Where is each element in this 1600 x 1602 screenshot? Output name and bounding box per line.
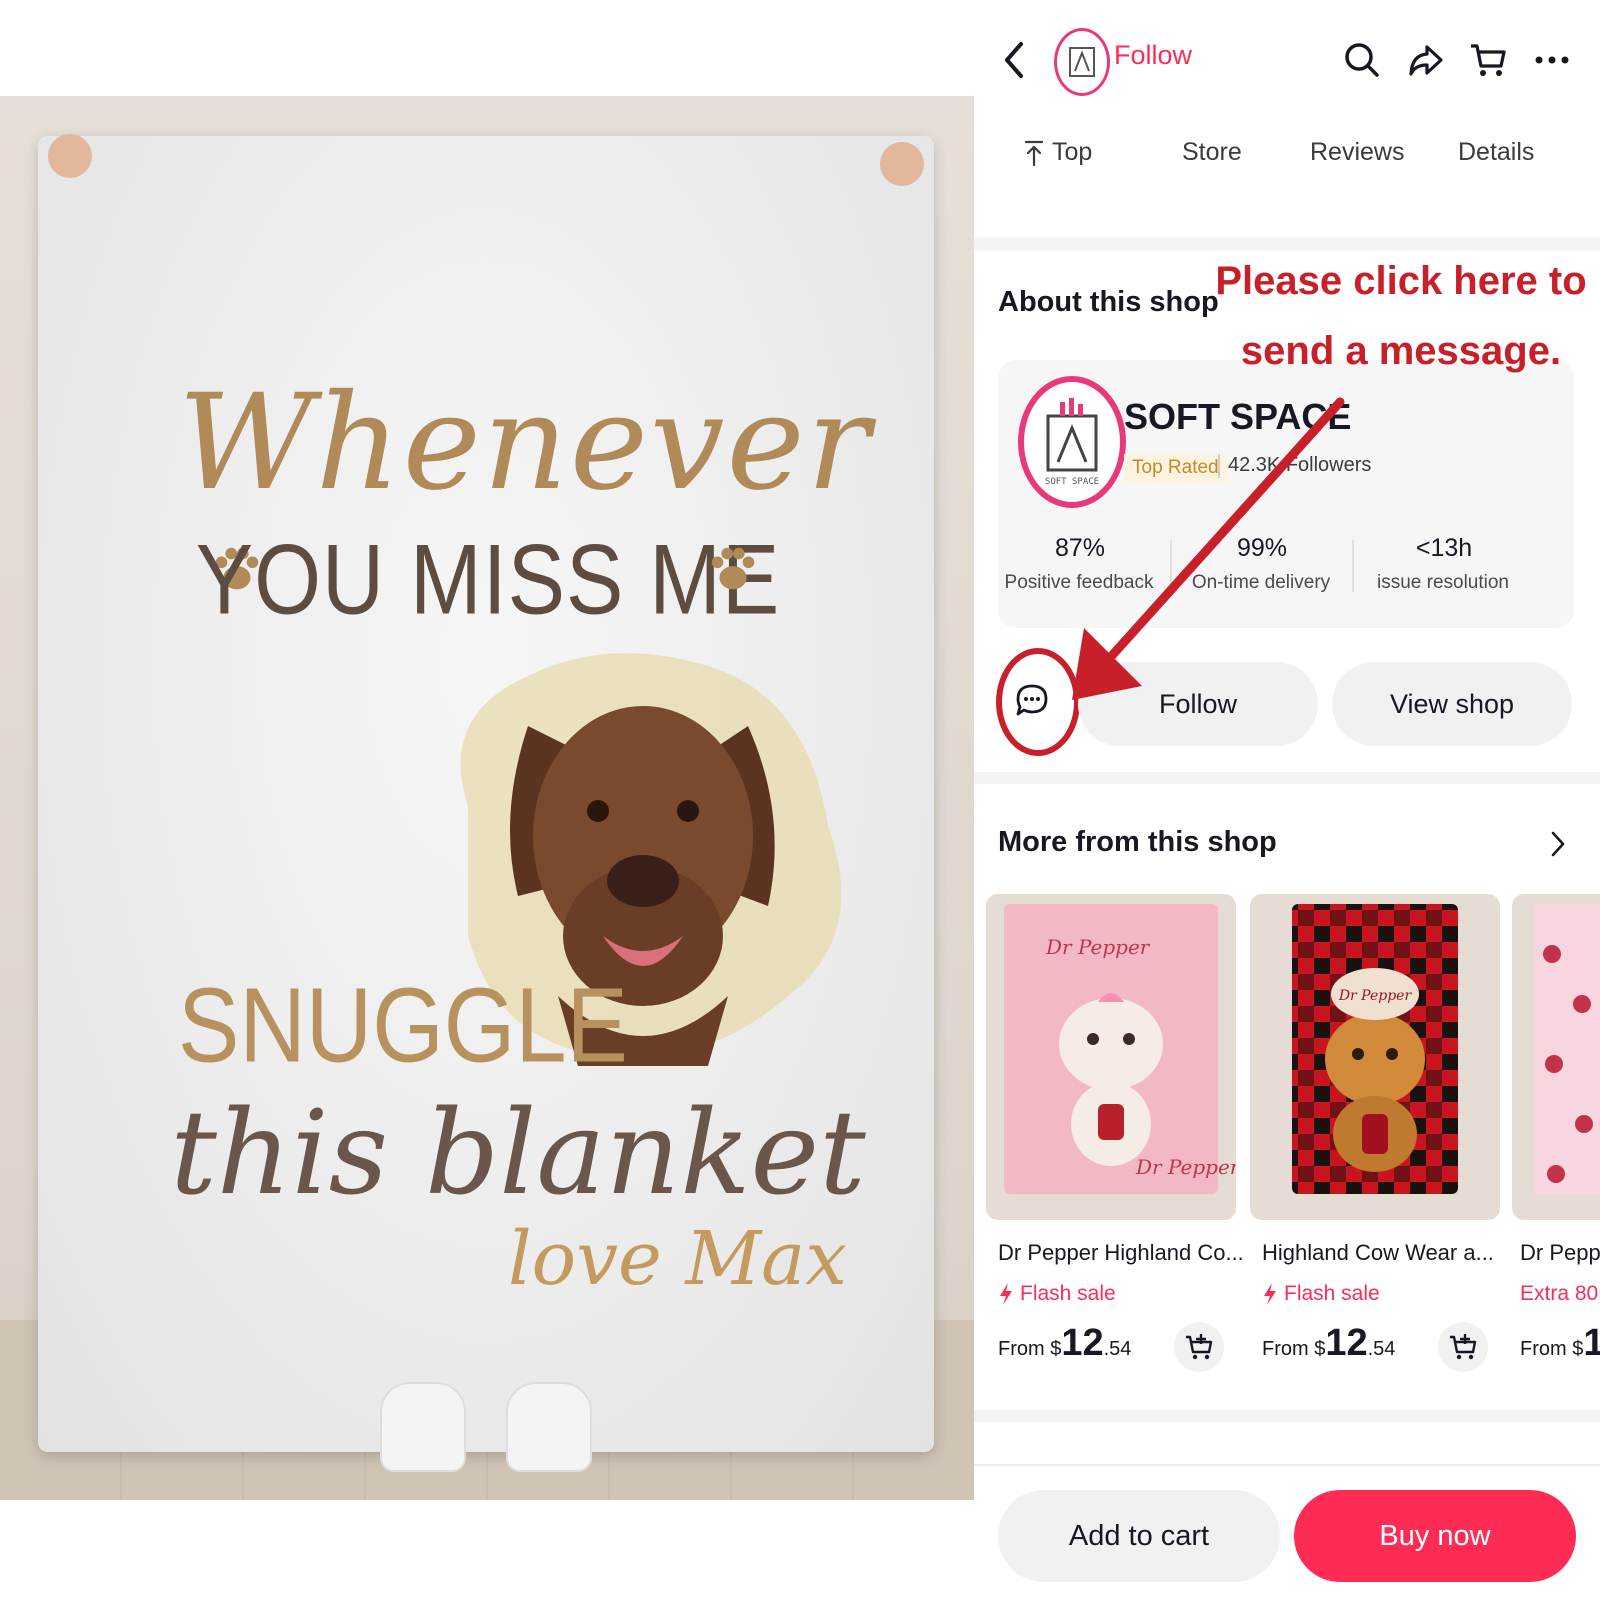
shop-name[interactable]: SOFT SPACE (1124, 396, 1351, 438)
shop-panel: Follow Top Store Reviews Details About t… (974, 0, 1600, 1602)
shop-logo-text: SOFT SPACE (1045, 477, 1099, 487)
add-to-cart-button[interactable]: Add to cart (998, 1490, 1280, 1582)
follow-link[interactable]: Follow (1114, 40, 1192, 71)
follow-button[interactable]: Follow (1078, 662, 1318, 746)
product-name[interactable]: Dr Peppe (1520, 1240, 1600, 1266)
price-int: 12 (1061, 1322, 1104, 1364)
price-prefix: From $ (1262, 1338, 1326, 1360)
callout-line-1: Please click here to (1215, 259, 1587, 303)
search-icon[interactable] (1340, 38, 1384, 82)
flash-sale-label: Flash sale (1020, 1282, 1116, 1305)
stat-on-time-delivery-label: On-time delivery (1191, 572, 1331, 593)
add-to-cart-icon[interactable] (1438, 1322, 1488, 1372)
product-print-text: Dr Pepper (1045, 935, 1151, 959)
chat-message-icon[interactable] (1010, 678, 1054, 722)
tab-details[interactable]: Details (1458, 138, 1534, 167)
followers-count: 42.3K Followers (1228, 454, 1372, 476)
chevron-right-icon[interactable] (1542, 826, 1574, 862)
lightning-icon (1000, 1283, 1012, 1305)
product-photo: Whenever YOU MISS ME SNUGGLE this blanke… (0, 96, 974, 1500)
add-to-cart-icon[interactable] (1174, 1322, 1224, 1372)
more-options-icon[interactable] (1530, 38, 1574, 82)
blanket-text-love-max: love Max (508, 1216, 847, 1302)
divider (1218, 454, 1220, 478)
product-price: From $1 (1520, 1322, 1600, 1365)
paw-icon (711, 547, 755, 590)
product-name[interactable]: Dr Pepper Highland Co... (998, 1240, 1244, 1266)
blanket: Whenever YOU MISS ME SNUGGLE this blanke… (38, 136, 934, 1452)
right-shoe (506, 1382, 592, 1472)
stat-positive-feedback-value: 87% (1054, 534, 1106, 562)
tab-store[interactable]: Store (1182, 138, 1242, 167)
right-hand (880, 142, 924, 186)
left-shoe (380, 1382, 466, 1472)
shop-logo-mark: SOFT SPACE (1045, 398, 1099, 487)
left-hand (48, 134, 92, 178)
blanket-text-this-blanket: this blanket (170, 1086, 866, 1221)
price-prefix: From $ (998, 1338, 1062, 1360)
blanket-text-whenever: Whenever (178, 366, 872, 520)
buy-now-button[interactable]: Buy now (1294, 1490, 1576, 1582)
about-shop-title: About this shop (998, 286, 1219, 318)
flash-sale-tag: Flash sale (998, 1282, 1116, 1306)
view-shop-button[interactable]: View shop (1332, 662, 1572, 746)
shop-avatar-small[interactable] (1054, 28, 1110, 96)
blanket-text-snuggle: SNUGGLE (178, 967, 628, 1085)
tab-top[interactable]: Top (1024, 138, 1092, 167)
product-image[interactable]: Dr Pepper (1250, 894, 1500, 1220)
product-image[interactable]: Dr Pepper Dr Pepper (986, 894, 1236, 1220)
stat-positive-feedback-label: Positive feedback (1004, 572, 1154, 593)
price-prefix: From $ (1520, 1338, 1584, 1360)
callout-line-2: send a message. (1240, 329, 1562, 373)
back-icon[interactable] (994, 38, 1034, 82)
discount-tag: Extra 80 (1520, 1282, 1599, 1305)
lightning-icon (1264, 1283, 1276, 1305)
stat-issue-resolution-value: <13h (1415, 534, 1473, 562)
stat-issue-resolution-label: issue resolution (1376, 572, 1510, 593)
product-price: From $12.54 (998, 1322, 1131, 1365)
top-rated-badge: Top Rated (1124, 454, 1227, 482)
flash-sale-label: Flash sale (1284, 1282, 1380, 1305)
product-print-text: Dr Pepper (1338, 988, 1413, 1004)
section-divider (974, 1410, 1600, 1422)
price-int: 1 (1583, 1322, 1600, 1364)
more-from-shop-title: More from this shop (998, 826, 1277, 858)
product-image[interactable] (1512, 894, 1600, 1220)
share-icon[interactable] (1404, 38, 1448, 82)
message-callout: Please click here to send a message. (1210, 246, 1592, 386)
section-divider (974, 772, 1600, 784)
price-int: 12 (1325, 1322, 1368, 1364)
product-price: From $12.54 (1262, 1322, 1395, 1365)
tab-reviews[interactable]: Reviews (1310, 138, 1404, 167)
cart-icon[interactable] (1466, 38, 1510, 82)
shop-logo[interactable]: SOFT SPACE (1018, 376, 1126, 508)
product-name[interactable]: Highland Cow Wear a... (1262, 1240, 1494, 1266)
flash-sale-tag: Flash sale (1262, 1282, 1380, 1306)
arrow-up-icon (1024, 140, 1044, 166)
price-dec: .54 (1367, 1338, 1396, 1360)
stat-on-time-delivery-value: 99% (1236, 534, 1288, 562)
price-dec: .54 (1103, 1338, 1132, 1360)
product-print-text: Dr Pepper (1135, 1155, 1236, 1179)
tab-top-label: Top (1052, 138, 1093, 166)
